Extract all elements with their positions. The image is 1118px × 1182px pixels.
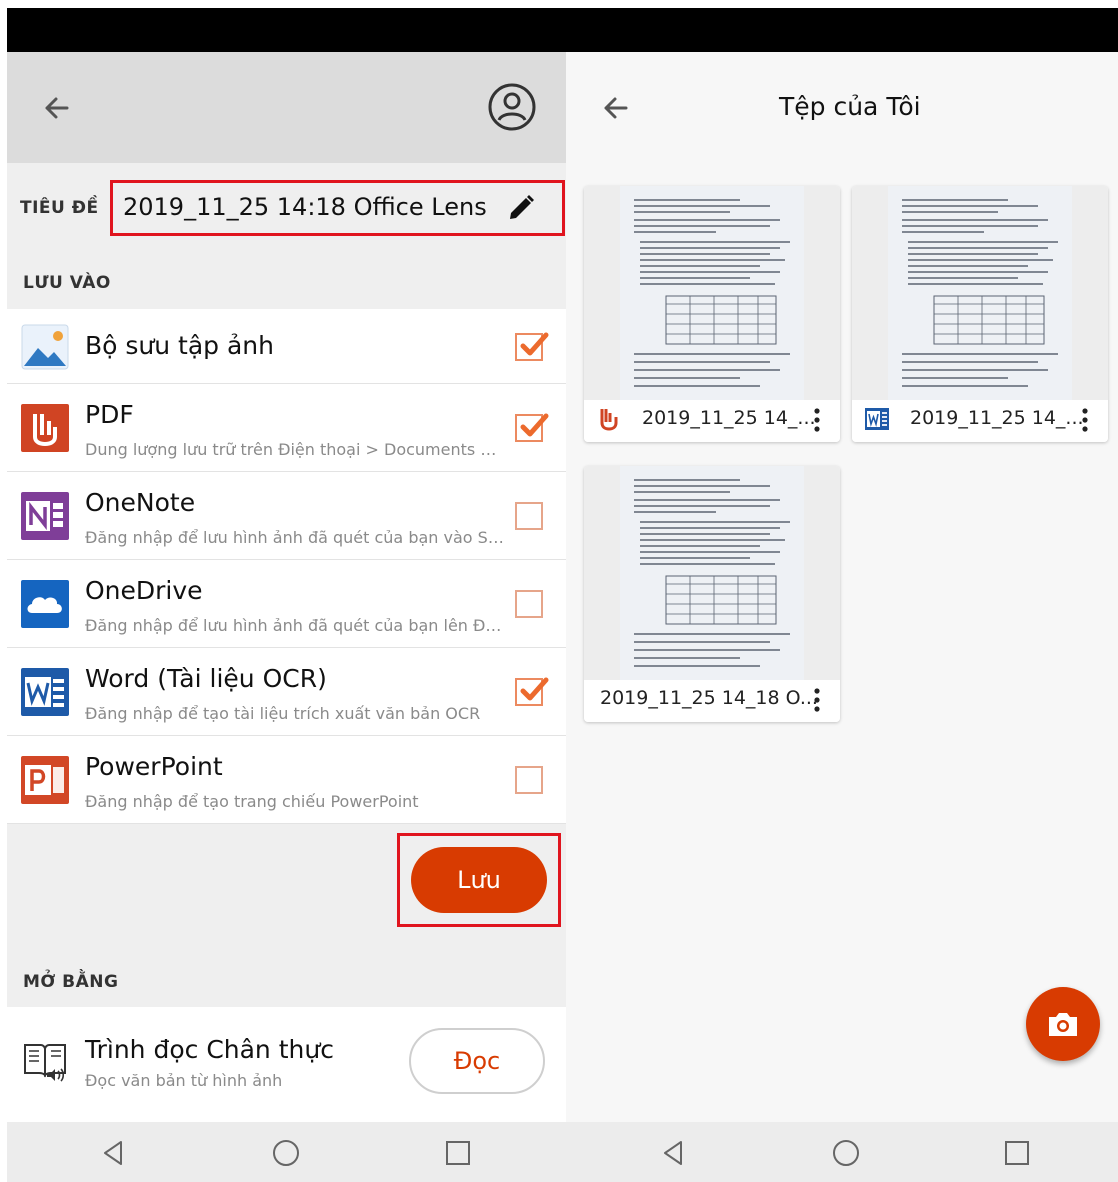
page-title: Tệp của Tôi <box>779 92 921 121</box>
nav-home-icon[interactable] <box>271 1138 301 1168</box>
my-files-panel: Tệp của Tôi 2019_11_25 14_... 2019_11_25… <box>566 52 1118 1122</box>
file-name: 2019_11_25 14_18 O... <box>600 687 818 709</box>
back-arrow-icon[interactable] <box>596 88 636 128</box>
destination-title: Word (Tài liệu OCR) <box>85 664 327 693</box>
account-icon[interactable] <box>487 82 537 132</box>
title-label: TIÊU ĐỀ <box>20 198 99 218</box>
immersive-reader-row: Trình đọc Chân thực Đọc văn bản từ hình … <box>7 1007 566 1122</box>
nav-recents-icon[interactable] <box>443 1138 473 1168</box>
document-thumbnail <box>584 466 840 680</box>
file-caption: 2019_11_25 14_... <box>852 400 1108 442</box>
scanned-page-image <box>620 466 804 680</box>
destination-subtitle: Đăng nhập để tạo trang chiếu PowerPoint <box>85 792 419 811</box>
scanned-page-image <box>620 186 804 400</box>
word-icon <box>21 668 69 716</box>
camera-icon <box>1049 1013 1077 1036</box>
destination-powerpoint[interactable]: PowerPoint Đăng nhập để tạo trang chiếu … <box>7 736 566 824</box>
nav-home-icon[interactable] <box>831 1138 861 1168</box>
destination-pdf[interactable]: PDF Dung lượng lưu trữ trên Điện thoại >… <box>7 384 566 472</box>
reader-title: Trình đọc Chân thực <box>85 1035 334 1064</box>
document-thumbnail <box>852 186 1108 400</box>
destination-title: PDF <box>85 400 134 429</box>
destination-onedrive[interactable]: OneDrive Đăng nhập để lưu hình ảnh đã qu… <box>7 560 566 648</box>
save-button[interactable]: Lưu <box>411 847 547 913</box>
checkmark-icon <box>520 677 549 701</box>
save-panel-header <box>7 52 566 163</box>
open-with-label: MỞ BẰNG <box>23 972 119 992</box>
file-card[interactable]: 2019_11_25 14_... <box>584 186 840 442</box>
powerpoint-icon <box>21 756 69 804</box>
destination-word[interactable]: Word (Tài liệu OCR) Đăng nhập để tạo tài… <box>7 648 566 736</box>
destination-title: OneDrive <box>85 576 203 605</box>
file-caption: 2019_11_25 14_18 O... <box>584 680 840 722</box>
destination-subtitle: Đăng nhập để lưu hình ảnh đã quét của bạ… <box>85 528 505 547</box>
word-checkbox[interactable] <box>515 677 549 706</box>
gallery-checkbox[interactable] <box>515 332 549 361</box>
more-options-icon[interactable] <box>810 406 824 434</box>
onedrive-checkbox[interactable] <box>515 590 543 618</box>
save-to-label: LƯU VÀO <box>23 273 111 293</box>
more-options-icon[interactable] <box>810 686 824 714</box>
file-card[interactable]: 2019_11_25 14_18 O... <box>584 466 840 722</box>
more-options-icon[interactable] <box>1078 406 1092 434</box>
reader-subtitle: Đọc văn bản từ hình ảnh <box>85 1071 283 1090</box>
file-name: 2019_11_25 14_... <box>910 407 1084 429</box>
status-bar <box>7 8 1118 52</box>
file-caption: 2019_11_25 14_... <box>584 400 840 442</box>
destination-gallery[interactable]: Bộ sưu tập ảnh <box>7 309 566 384</box>
pdf-icon <box>600 409 618 431</box>
destination-onenote[interactable]: OneNote Đăng nhập để lưu hình ảnh đã qué… <box>7 472 566 560</box>
destination-subtitle: Dung lượng lưu trữ trên Điện thoại > Doc… <box>85 440 505 459</box>
powerpoint-checkbox[interactable] <box>515 766 543 794</box>
document-thumbnail <box>584 186 840 400</box>
system-navigation-bar <box>7 1122 1118 1182</box>
onenote-icon <box>21 492 69 540</box>
pdf-checkbox[interactable] <box>515 413 549 442</box>
destination-title: PowerPoint <box>85 752 223 781</box>
destination-subtitle: Đăng nhập để lưu hình ảnh đã quét của bạ… <box>85 616 505 635</box>
immersive-reader-icon <box>24 1044 66 1082</box>
file-name: 2019_11_25 14_... <box>642 407 816 429</box>
destination-title: OneNote <box>85 488 196 517</box>
save-highlight: Lưu <box>397 833 561 927</box>
gallery-icon <box>21 324 69 370</box>
destination-subtitle: Đăng nhập để tạo tài liệu trích xuất văn… <box>85 704 481 723</box>
save-panel: TIÊU ĐỀ 2019_11_25 14:18 Office Lens LƯU… <box>7 52 566 1122</box>
word-icon <box>865 408 889 430</box>
nav-recents-icon[interactable] <box>1002 1138 1032 1168</box>
save-area: Lưu <box>7 825 566 935</box>
title-field[interactable]: 2019_11_25 14:18 Office Lens <box>110 180 565 236</box>
read-button[interactable]: Đọc <box>409 1028 545 1094</box>
destination-title: Bộ sưu tập ảnh <box>85 331 275 360</box>
file-card[interactable]: 2019_11_25 14_... <box>852 186 1108 442</box>
checkmark-icon <box>520 332 549 356</box>
edit-pencil-icon[interactable] <box>505 192 537 224</box>
back-arrow-icon[interactable] <box>37 88 77 128</box>
nav-back-icon[interactable] <box>659 1138 689 1168</box>
title-value[interactable]: 2019_11_25 14:18 Office Lens <box>123 193 487 221</box>
destination-list: Bộ sưu tập ảnh PDF Dung lượng lưu trữ tr… <box>7 309 566 824</box>
pdf-icon <box>21 404 69 452</box>
camera-button[interactable] <box>1026 987 1100 1061</box>
onenote-checkbox[interactable] <box>515 502 543 530</box>
scanned-page-image <box>888 186 1072 400</box>
onedrive-icon <box>21 580 69 628</box>
checkmark-icon <box>520 413 549 437</box>
nav-back-icon[interactable] <box>99 1138 129 1168</box>
